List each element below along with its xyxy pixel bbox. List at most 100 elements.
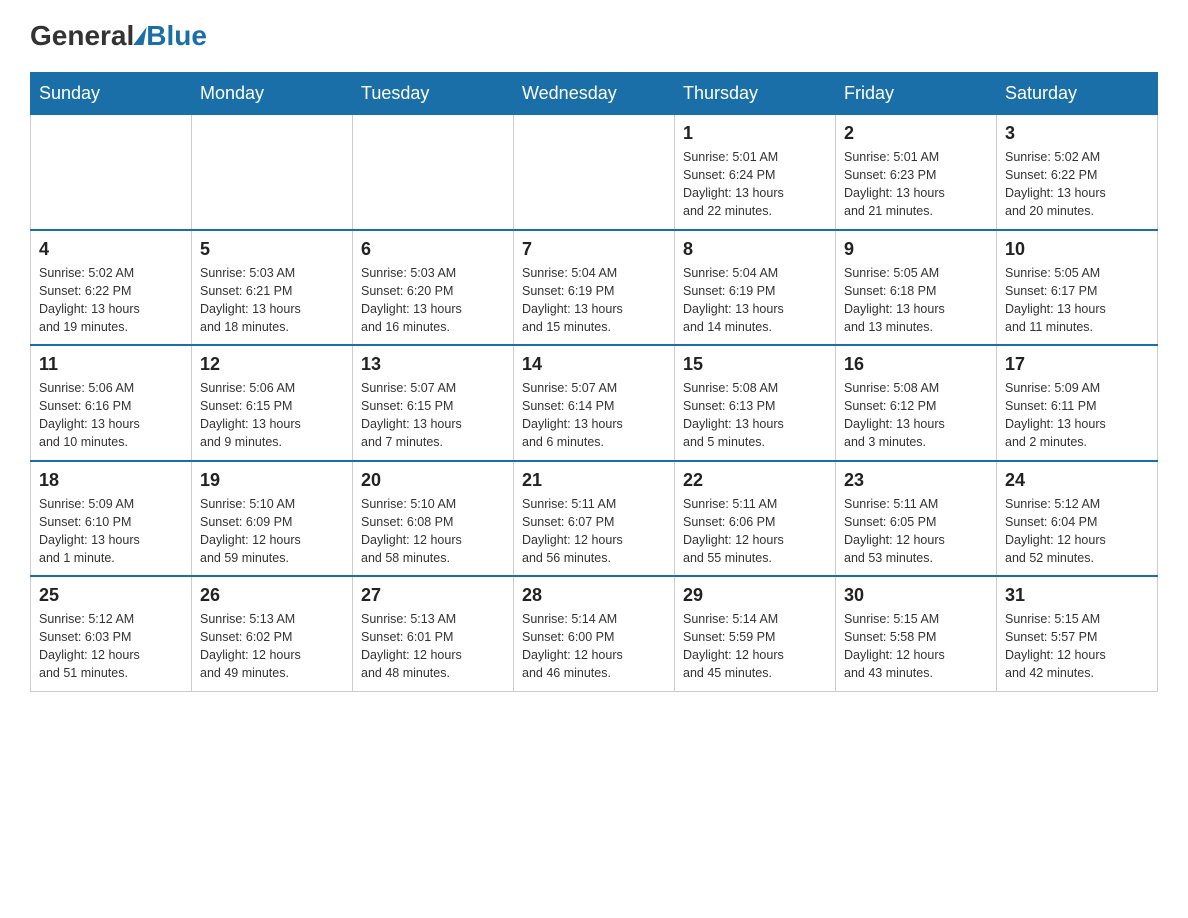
calendar-cell: 31 Sunrise: 5:15 AM Sunset: 5:57 PM Dayli… <box>997 576 1158 691</box>
day-info: Sunrise: 5:08 AM Sunset: 6:12 PM Dayligh… <box>844 379 988 452</box>
day-number: 29 <box>683 585 827 606</box>
day-info: Sunrise: 5:04 AM Sunset: 6:19 PM Dayligh… <box>522 264 666 337</box>
calendar-cell: 24Sunrise: 5:12 AM Sunset: 6:04 PM Dayli… <box>997 461 1158 577</box>
day-info: Sunrise: 5:03 AM Sunset: 6:20 PM Dayligh… <box>361 264 505 337</box>
calendar-cell: 19 Sunrise: 5:10 AM Sunset: 6:09 PM Dayli… <box>192 461 353 577</box>
weekday-header-wednesday: Wednesday <box>514 73 675 115</box>
calendar-cell: 18 Sunrise: 5:09 AM Sunset: 6:10 PM Dayli… <box>31 461 192 577</box>
day-info: Sunrise: 5:09 AM Sunset: 6:10 PM Dayligh… <box>39 495 183 568</box>
day-info: Sunrise: 5:11 AM Sunset: 6:07 PM Dayligh… <box>522 495 666 568</box>
weekday-header-saturday: Saturday <box>997 73 1158 115</box>
day-number: 15 <box>683 354 827 375</box>
day-number: 9 <box>844 239 988 260</box>
calendar-cell: 27 Sunrise: 5:13 AM Sunset: 6:01 PM Dayli… <box>353 576 514 691</box>
day-number: 17 <box>1005 354 1149 375</box>
calendar-cell: 7 Sunrise: 5:04 AM Sunset: 6:19 PM Daylig… <box>514 230 675 346</box>
calendar-cell: 30 Sunrise: 5:15 AM Sunset: 5:58 PM Dayli… <box>836 576 997 691</box>
calendar-cell: 26Sunrise: 5:13 AM Sunset: 6:02 PM Dayli… <box>192 576 353 691</box>
calendar-cell: 4Sunrise: 5:02 AM Sunset: 6:22 PM Daylig… <box>31 230 192 346</box>
day-number: 28 <box>522 585 666 606</box>
day-info: Sunrise: 5:04 AM Sunset: 6:19 PM Dayligh… <box>683 264 827 337</box>
day-info: Sunrise: 5:01 AM Sunset: 6:23 PM Dayligh… <box>844 148 988 221</box>
day-info: Sunrise: 5:11 AM Sunset: 6:06 PM Dayligh… <box>683 495 827 568</box>
day-info: Sunrise: 5:05 AM Sunset: 6:18 PM Dayligh… <box>844 264 988 337</box>
calendar-cell: 11 Sunrise: 5:06 AM Sunset: 6:16 PM Dayli… <box>31 345 192 461</box>
day-info: Sunrise: 5:08 AM Sunset: 6:13 PM Dayligh… <box>683 379 827 452</box>
day-info: Sunrise: 5:07 AM Sunset: 6:15 PM Dayligh… <box>361 379 505 452</box>
day-info: Sunrise: 5:06 AM Sunset: 6:16 PM Dayligh… <box>39 379 183 452</box>
day-number: 7 <box>522 239 666 260</box>
logo-blue-text: Blue <box>146 20 207 52</box>
calendar-cell: 10 Sunrise: 5:05 AM Sunset: 6:17 PM Dayli… <box>997 230 1158 346</box>
weekday-header-tuesday: Tuesday <box>353 73 514 115</box>
logo: General Blue <box>30 20 207 52</box>
day-number: 2 <box>844 123 988 144</box>
page-header: General Blue <box>30 20 1158 52</box>
weekday-header-sunday: Sunday <box>31 73 192 115</box>
day-info: Sunrise: 5:14 AM Sunset: 5:59 PM Dayligh… <box>683 610 827 683</box>
weekday-header-friday: Friday <box>836 73 997 115</box>
calendar-cell: 9 Sunrise: 5:05 AM Sunset: 6:18 PM Daylig… <box>836 230 997 346</box>
calendar-cell: 28Sunrise: 5:14 AM Sunset: 6:00 PM Dayli… <box>514 576 675 691</box>
calendar-cell: 17 Sunrise: 5:09 AM Sunset: 6:11 PM Dayli… <box>997 345 1158 461</box>
day-number: 18 <box>39 470 183 491</box>
calendar-cell <box>353 115 514 230</box>
logo-general-text: General <box>30 20 134 52</box>
calendar-cell: 20Sunrise: 5:10 AM Sunset: 6:08 PM Dayli… <box>353 461 514 577</box>
calendar-cell: 6 Sunrise: 5:03 AM Sunset: 6:20 PM Daylig… <box>353 230 514 346</box>
calendar-cell: 5Sunrise: 5:03 AM Sunset: 6:21 PM Daylig… <box>192 230 353 346</box>
day-number: 11 <box>39 354 183 375</box>
day-info: Sunrise: 5:13 AM Sunset: 6:01 PM Dayligh… <box>361 610 505 683</box>
day-info: Sunrise: 5:07 AM Sunset: 6:14 PM Dayligh… <box>522 379 666 452</box>
calendar-cell: 1Sunrise: 5:01 AM Sunset: 6:24 PM Daylig… <box>675 115 836 230</box>
day-number: 5 <box>200 239 344 260</box>
day-number: 27 <box>361 585 505 606</box>
calendar-cell: 2 Sunrise: 5:01 AM Sunset: 6:23 PM Daylig… <box>836 115 997 230</box>
calendar-cell: 23 Sunrise: 5:11 AM Sunset: 6:05 PM Dayli… <box>836 461 997 577</box>
calendar-week-row: 25Sunrise: 5:12 AM Sunset: 6:03 PM Dayli… <box>31 576 1158 691</box>
day-number: 14 <box>522 354 666 375</box>
weekday-header-thursday: Thursday <box>675 73 836 115</box>
calendar-cell <box>192 115 353 230</box>
weekday-header-monday: Monday <box>192 73 353 115</box>
day-info: Sunrise: 5:11 AM Sunset: 6:05 PM Dayligh… <box>844 495 988 568</box>
calendar-cell: 12 Sunrise: 5:06 AM Sunset: 6:15 PM Dayli… <box>192 345 353 461</box>
day-number: 12 <box>200 354 344 375</box>
calendar-cell: 15 Sunrise: 5:08 AM Sunset: 6:13 PM Dayli… <box>675 345 836 461</box>
calendar-week-row: 1Sunrise: 5:01 AM Sunset: 6:24 PM Daylig… <box>31 115 1158 230</box>
calendar-cell: 22Sunrise: 5:11 AM Sunset: 6:06 PM Dayli… <box>675 461 836 577</box>
calendar-cell: 16 Sunrise: 5:08 AM Sunset: 6:12 PM Dayli… <box>836 345 997 461</box>
calendar-week-row: 11 Sunrise: 5:06 AM Sunset: 6:16 PM Dayli… <box>31 345 1158 461</box>
calendar-cell: 21 Sunrise: 5:11 AM Sunset: 6:07 PM Dayli… <box>514 461 675 577</box>
day-info: Sunrise: 5:12 AM Sunset: 6:03 PM Dayligh… <box>39 610 183 683</box>
day-info: Sunrise: 5:12 AM Sunset: 6:04 PM Dayligh… <box>1005 495 1149 568</box>
day-number: 31 <box>1005 585 1149 606</box>
day-info: Sunrise: 5:05 AM Sunset: 6:17 PM Dayligh… <box>1005 264 1149 337</box>
day-number: 30 <box>844 585 988 606</box>
day-info: Sunrise: 5:15 AM Sunset: 5:57 PM Dayligh… <box>1005 610 1149 683</box>
day-info: Sunrise: 5:10 AM Sunset: 6:09 PM Dayligh… <box>200 495 344 568</box>
logo-icon <box>134 27 147 45</box>
calendar-header-row: SundayMondayTuesdayWednesdayThursdayFrid… <box>31 73 1158 115</box>
day-number: 23 <box>844 470 988 491</box>
day-info: Sunrise: 5:09 AM Sunset: 6:11 PM Dayligh… <box>1005 379 1149 452</box>
day-number: 19 <box>200 470 344 491</box>
day-number: 21 <box>522 470 666 491</box>
day-info: Sunrise: 5:15 AM Sunset: 5:58 PM Dayligh… <box>844 610 988 683</box>
calendar-cell: 3Sunrise: 5:02 AM Sunset: 6:22 PM Daylig… <box>997 115 1158 230</box>
calendar-cell <box>31 115 192 230</box>
calendar-week-row: 4Sunrise: 5:02 AM Sunset: 6:22 PM Daylig… <box>31 230 1158 346</box>
day-number: 10 <box>1005 239 1149 260</box>
day-number: 13 <box>361 354 505 375</box>
day-info: Sunrise: 5:02 AM Sunset: 6:22 PM Dayligh… <box>39 264 183 337</box>
day-number: 8 <box>683 239 827 260</box>
day-number: 6 <box>361 239 505 260</box>
day-info: Sunrise: 5:06 AM Sunset: 6:15 PM Dayligh… <box>200 379 344 452</box>
day-number: 16 <box>844 354 988 375</box>
calendar-cell <box>514 115 675 230</box>
day-info: Sunrise: 5:13 AM Sunset: 6:02 PM Dayligh… <box>200 610 344 683</box>
day-info: Sunrise: 5:10 AM Sunset: 6:08 PM Dayligh… <box>361 495 505 568</box>
day-number: 3 <box>1005 123 1149 144</box>
calendar-cell: 29 Sunrise: 5:14 AM Sunset: 5:59 PM Dayli… <box>675 576 836 691</box>
calendar-week-row: 18 Sunrise: 5:09 AM Sunset: 6:10 PM Dayli… <box>31 461 1158 577</box>
